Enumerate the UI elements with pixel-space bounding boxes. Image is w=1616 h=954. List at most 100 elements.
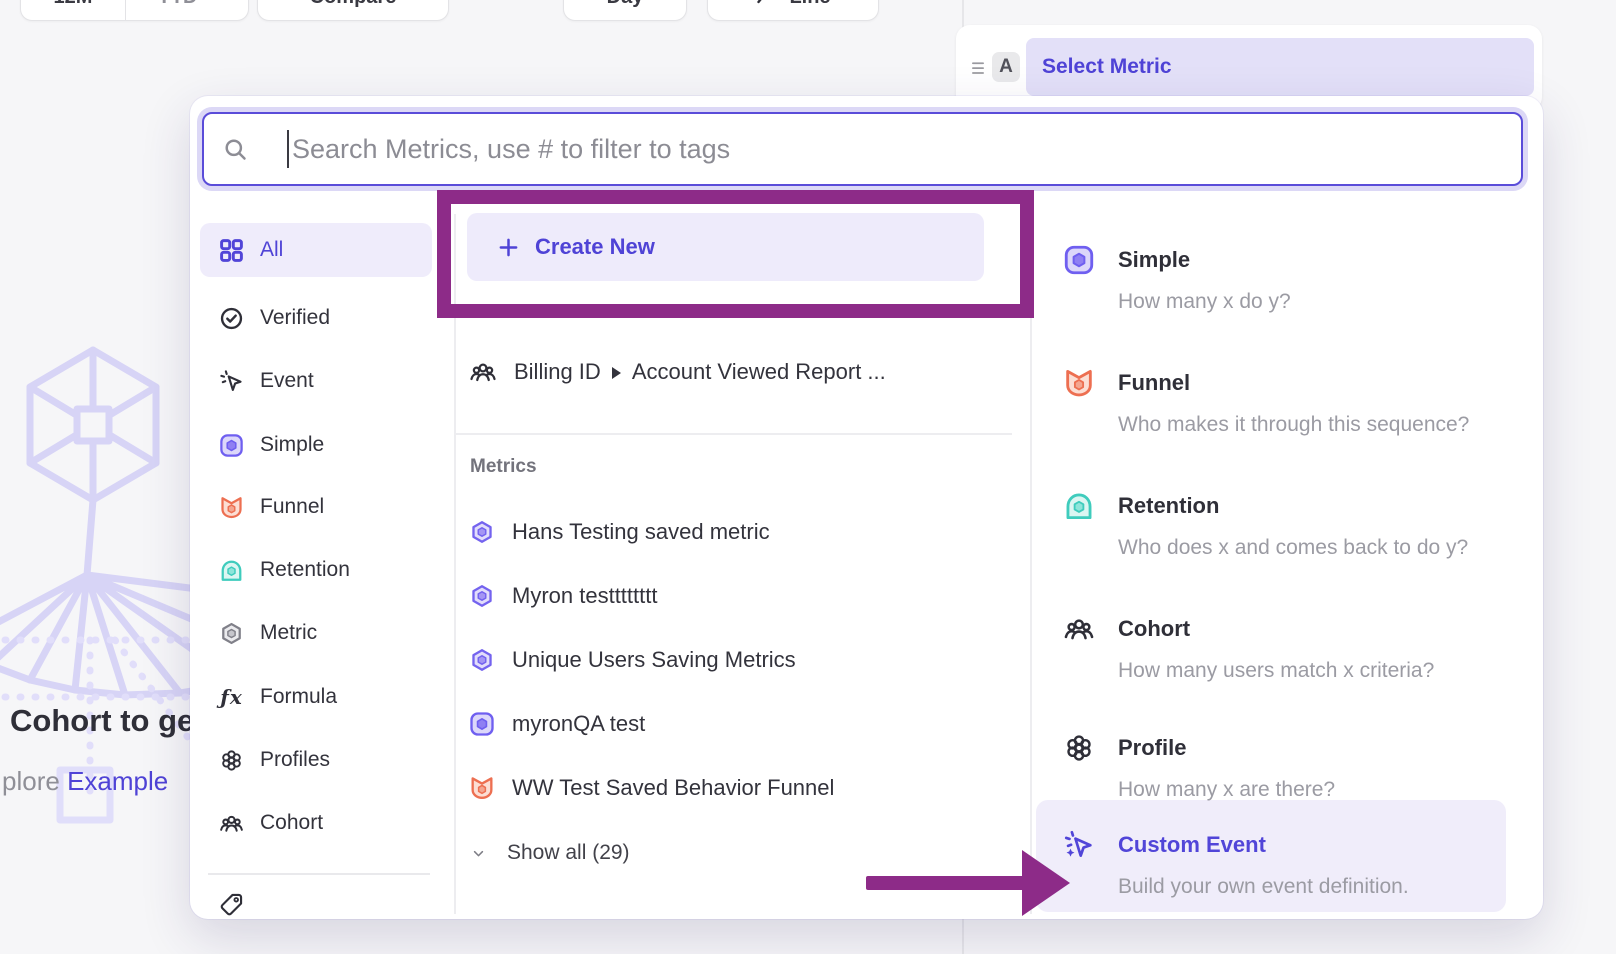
sidebar-item-verified[interactable]: Verified [200, 291, 432, 345]
metric-item-label: myronQA test [512, 711, 645, 737]
type-title: Profile [1118, 731, 1186, 765]
simple-metric-icon [468, 710, 496, 738]
retention-icon [1062, 489, 1096, 523]
sidebar-item-cohort[interactable]: Cohort [200, 796, 432, 850]
series-a-badge: A [992, 52, 1020, 82]
type-subtitle: How many x are there? [1118, 777, 1335, 803]
sidebar-item-label: Cohort [260, 811, 323, 835]
type-title: Simple [1118, 243, 1190, 277]
profiles-flower-icon [218, 747, 245, 774]
type-subtitle: Who does x and comes back to do y? [1118, 535, 1468, 561]
app-screen: 12M YTD Compare Day Line A Select Metric [0, 0, 1616, 954]
metric-search-box[interactable] [202, 112, 1523, 186]
type-subtitle: Build your own event definition. [1118, 874, 1409, 900]
type-subtitle: Who makes it through this sequence? [1118, 412, 1469, 438]
interval-day-label: Day [607, 0, 644, 9]
type-row-retention[interactable]: Retention Who does x and comes back to d… [1036, 489, 1506, 589]
sidebar-divider [208, 873, 430, 875]
range-ytd-label: YTD [158, 0, 198, 9]
annotation-rectangle [437, 190, 1034, 318]
drag-handle-icon[interactable] [969, 57, 987, 79]
grid-icon [218, 237, 245, 264]
example-link[interactable]: Example [67, 766, 168, 796]
sidebar-item-label: All [260, 238, 283, 262]
cohort-people-icon [468, 357, 498, 387]
sidebar-item-label: Profiles [260, 748, 330, 772]
type-row-simple[interactable]: Simple How many x do y? [1036, 243, 1506, 343]
metric-item-label: Unique Users Saving Metrics [512, 647, 796, 673]
funnel-icon [468, 774, 496, 802]
type-title: Funnel [1118, 366, 1190, 400]
sidebar-item-label: Verified [260, 306, 330, 330]
series-a-label: A [999, 56, 1013, 78]
profile-flower-icon [1062, 731, 1096, 765]
recent-item-suffix: Account Viewed Report ... [632, 359, 886, 385]
background-subline: plore Example [2, 766, 168, 797]
metric-list-item[interactable]: Myron testttttttt [468, 572, 657, 620]
column-divider [1030, 214, 1032, 914]
annotation-arrow-head [1022, 850, 1070, 916]
sidebar-item-all[interactable]: All [200, 223, 432, 277]
recent-item-row[interactable]: Billing ID Account Viewed Report ... [468, 348, 886, 396]
sidebar-item-event[interactable]: Event [200, 354, 432, 408]
date-range-group[interactable]: 12M YTD [20, 0, 249, 21]
select-metric-field[interactable]: Select Metric [1026, 38, 1534, 96]
caret-right-icon [612, 367, 621, 379]
type-row-funnel[interactable]: Funnel Who makes it through this sequenc… [1036, 366, 1506, 466]
subline-text-fragment: plore [2, 766, 60, 796]
range-12m-button[interactable]: 12M [21, 0, 126, 20]
metric-list-item[interactable]: WW Test Saved Behavior Funnel [468, 764, 834, 812]
formula-icon: ƒx [218, 684, 245, 711]
sidebar-item-label: Funnel [260, 495, 324, 519]
cohort-people-icon [218, 810, 245, 837]
metric-item-label: Myron testttttttt [512, 583, 657, 609]
background-headline-fragment: Cohort to ge [10, 703, 194, 739]
retention-icon [218, 557, 245, 584]
sidebar-item-retention[interactable]: Retention [200, 543, 432, 597]
type-subtitle: How many users match x criteria? [1118, 658, 1434, 684]
metric-list-item[interactable]: myronQA test [468, 700, 645, 748]
sidebar-item-simple[interactable]: Simple [200, 418, 432, 472]
column-divider [454, 214, 456, 914]
compare-button[interactable]: Compare [257, 0, 449, 21]
type-title: Custom Event [1118, 828, 1266, 862]
chart-type-line-label: Line [789, 0, 830, 9]
metric-hexagon-icon [218, 620, 245, 647]
type-row-profile[interactable]: Profile How many x are there? [1036, 731, 1506, 831]
simple-metric-icon [218, 432, 245, 459]
metric-list-item[interactable]: Hans Testing saved metric [468, 508, 770, 556]
sidebar-item-profiles[interactable]: Profiles [200, 733, 432, 787]
sidebar-item-funnel[interactable]: Funnel [200, 480, 432, 534]
interval-day-button[interactable]: Day [563, 0, 687, 21]
chevron-down-icon [470, 845, 487, 862]
metric-list-item[interactable]: Unique Users Saving Metrics [468, 636, 796, 684]
sidebar-item-formula[interactable]: ƒx Formula [200, 670, 432, 724]
tag-icon [218, 891, 245, 918]
metric-item-label: Hans Testing saved metric [512, 519, 770, 545]
show-all-button[interactable]: Show all (29) [470, 832, 630, 874]
saved-metric-icon [468, 582, 496, 610]
select-metric-label: Select Metric [1042, 55, 1172, 79]
chevron-down-icon [204, 0, 217, 4]
metric-search-input[interactable] [289, 134, 1521, 165]
event-cursor-icon [218, 368, 245, 395]
type-title: Cohort [1118, 612, 1190, 646]
sidebar-item-metric[interactable]: Metric [200, 606, 432, 660]
search-icon [222, 136, 249, 163]
cohort-people-icon [1062, 612, 1096, 646]
sidebar-item-label: Retention [260, 558, 350, 582]
sidebar-item-label: Formula [260, 685, 337, 709]
range-ytd-button[interactable]: YTD [126, 0, 248, 20]
chart-type-line-button[interactable]: Line [707, 0, 879, 21]
saved-metric-icon [468, 646, 496, 674]
funnel-icon [218, 494, 245, 521]
line-chart-icon [755, 0, 779, 9]
type-row-custom-event[interactable]: Custom Event Build your own event defini… [1036, 828, 1506, 919]
range-12m-label: 12M [54, 0, 93, 9]
type-row-cohort[interactable]: Cohort How many users match x criteria? [1036, 612, 1506, 712]
type-title: Retention [1118, 489, 1219, 523]
compare-label: Compare [310, 0, 397, 9]
annotation-arrow-shaft [866, 876, 1024, 890]
sidebar-item-label: Simple [260, 433, 324, 457]
type-subtitle: How many x do y? [1118, 289, 1291, 315]
